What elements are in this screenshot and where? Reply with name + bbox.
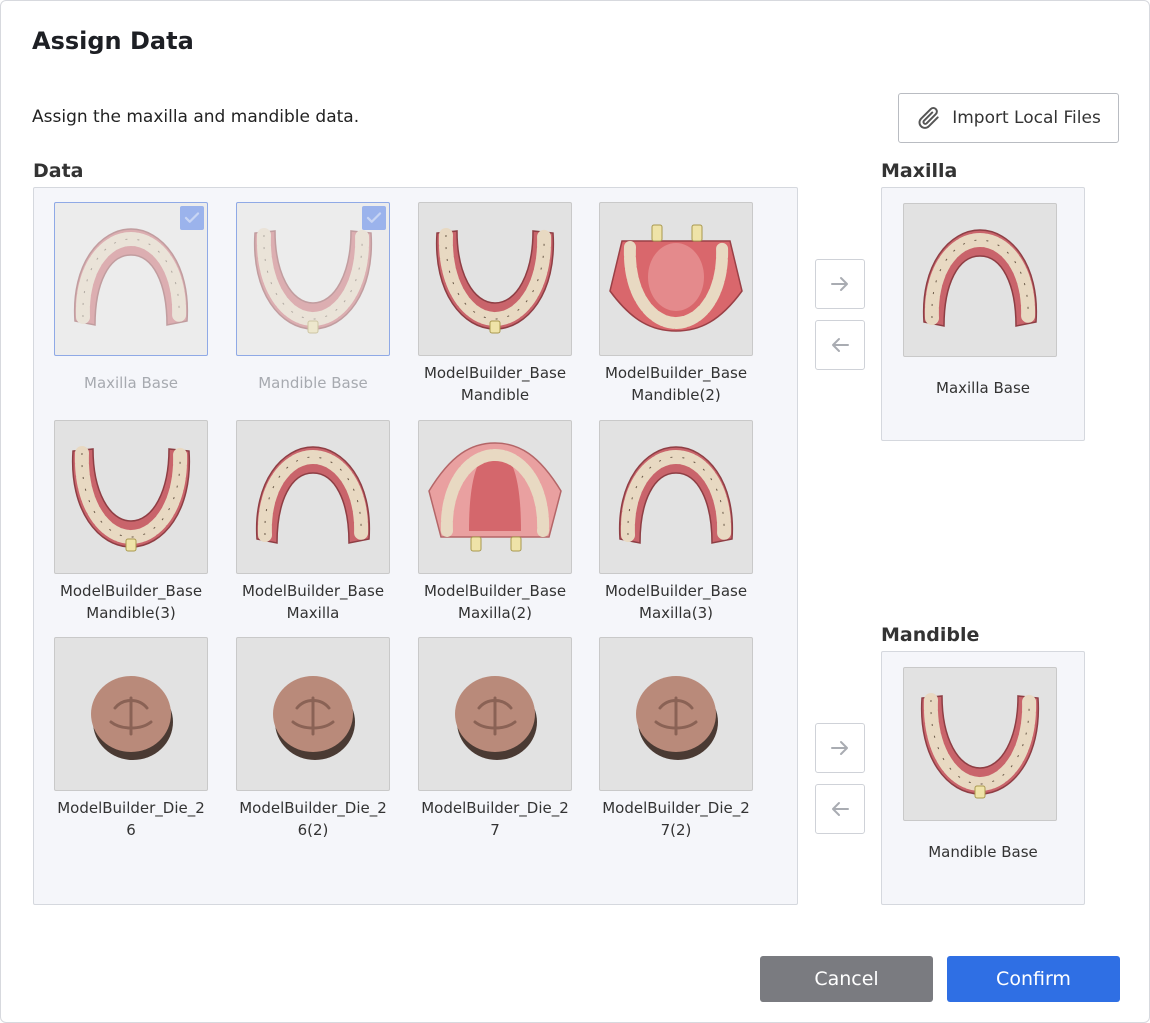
maxilla-base-icon xyxy=(428,442,562,552)
dialog-title: Assign Data xyxy=(32,27,194,55)
data-item-caption: ModelBuilder_Base Mandible(3) xyxy=(59,582,203,622)
maxilla-slot-panel: Maxilla Base xyxy=(881,187,1085,441)
maxilla-arch-icon xyxy=(618,446,734,544)
maxilla-section-label: Maxilla xyxy=(881,160,958,182)
data-item-thumbnail[interactable] xyxy=(54,637,208,791)
data-item-tile[interactable]: ModelBuilder_Base Maxilla(3) xyxy=(599,420,753,624)
data-item-thumbnail[interactable] xyxy=(418,637,572,791)
data-item-thumbnail[interactable] xyxy=(418,202,572,356)
maxilla-arch-icon xyxy=(255,446,371,544)
assign-to-maxilla-button[interactable] xyxy=(815,259,865,309)
data-item-tile[interactable]: Mandible Base xyxy=(236,202,390,394)
data-item-tile[interactable]: ModelBuilder_Die_2 6(2) xyxy=(236,637,390,841)
mandible-arch-icon xyxy=(920,693,1040,799)
mandible-base-icon xyxy=(609,224,743,332)
data-list-panel: Maxilla Base Mandible Base ModelBuilder_Ba… xyxy=(33,187,798,905)
data-item-thumbnail[interactable] xyxy=(236,420,390,574)
data-item-thumbnail[interactable] xyxy=(418,420,572,574)
tooth-die-icon xyxy=(273,676,355,760)
tooth-die-icon xyxy=(636,676,718,760)
data-item-thumbnail[interactable] xyxy=(236,202,390,356)
data-item-thumbnail[interactable] xyxy=(599,202,753,356)
data-item-thumbnail[interactable] xyxy=(236,637,390,791)
remove-from-maxilla-button[interactable] xyxy=(815,320,865,370)
data-item-tile[interactable]: ModelBuilder_Base Mandible(3) xyxy=(54,420,208,624)
data-item-caption: Maxilla Base xyxy=(84,374,178,392)
mandible-slot-thumbnail[interactable] xyxy=(903,667,1057,821)
data-item-thumbnail[interactable] xyxy=(599,420,753,574)
data-item-caption: ModelBuilder_Base Maxilla(3) xyxy=(604,582,748,622)
confirm-button[interactable]: Confirm xyxy=(947,956,1120,1002)
mandible-section-label: Mandible xyxy=(881,624,980,646)
maxilla-arch-icon xyxy=(922,229,1038,327)
import-local-files-button[interactable]: Import Local Files xyxy=(898,93,1119,143)
arrow-right-icon xyxy=(831,277,848,291)
data-item-tile[interactable]: Maxilla Base xyxy=(54,202,208,394)
assigned-check-icon xyxy=(180,206,204,230)
data-item-tile[interactable]: ModelBuilder_Die_2 7 xyxy=(418,637,572,841)
tooth-die-icon xyxy=(455,676,537,760)
data-item-caption: ModelBuilder_Base Mandible xyxy=(423,364,567,404)
mandible-slot-caption: Mandible Base xyxy=(928,843,1038,861)
data-item-tile[interactable]: ModelBuilder_Die_2 7(2) xyxy=(599,637,753,841)
maxilla-slot-thumbnail[interactable] xyxy=(903,203,1057,357)
data-item-tile[interactable]: ModelBuilder_Base Maxilla(2) xyxy=(418,420,572,624)
arrow-left-icon xyxy=(832,338,849,352)
maxilla-slot-caption: Maxilla Base xyxy=(936,379,1030,397)
data-item-caption: ModelBuilder_Base Maxilla(2) xyxy=(423,582,567,622)
assign-to-mandible-button[interactable] xyxy=(815,723,865,773)
data-item-tile[interactable]: ModelBuilder_Die_2 6 xyxy=(54,637,208,841)
mandible-arch-icon xyxy=(71,446,191,552)
data-item-caption: ModelBuilder_Die_2 7(2) xyxy=(602,799,750,839)
data-item-caption: ModelBuilder_Die_2 6 xyxy=(57,799,205,839)
data-item-tile[interactable]: ModelBuilder_Base Maxilla xyxy=(236,420,390,624)
paperclip-icon xyxy=(918,106,939,129)
data-item-thumbnail[interactable] xyxy=(54,420,208,574)
cancel-button[interactable]: Cancel xyxy=(760,956,933,1002)
remove-from-mandible-button[interactable] xyxy=(815,784,865,834)
data-item-caption: ModelBuilder_Base Maxilla xyxy=(241,582,385,622)
data-item-caption: Mandible Base xyxy=(258,374,368,392)
data-item-thumbnail[interactable] xyxy=(599,637,753,791)
assigned-check-icon xyxy=(362,206,386,230)
arrow-right-icon xyxy=(831,741,848,755)
data-item-caption: ModelBuilder_Die_2 6(2) xyxy=(239,799,387,839)
assign-data-dialog: Assign Data Assign the maxilla and mandi… xyxy=(0,0,1150,1023)
arrow-left-icon xyxy=(832,802,849,816)
data-item-thumbnail[interactable] xyxy=(54,202,208,356)
import-local-files-label: Import Local Files xyxy=(952,108,1101,128)
data-section-label: Data xyxy=(33,160,84,182)
tooth-die-icon xyxy=(91,676,173,760)
mandible-arch-icon xyxy=(435,228,555,334)
data-item-tile[interactable]: ModelBuilder_Base Mandible(2) xyxy=(599,202,753,406)
mandible-slot-panel: Mandible Base xyxy=(881,651,1085,905)
data-item-tile[interactable]: ModelBuilder_Base Mandible xyxy=(418,202,572,406)
dialog-subtitle: Assign the maxilla and mandible data. xyxy=(32,107,360,127)
data-item-caption: ModelBuilder_Die_2 7 xyxy=(421,799,569,839)
data-item-caption: ModelBuilder_Base Mandible(2) xyxy=(604,364,748,404)
